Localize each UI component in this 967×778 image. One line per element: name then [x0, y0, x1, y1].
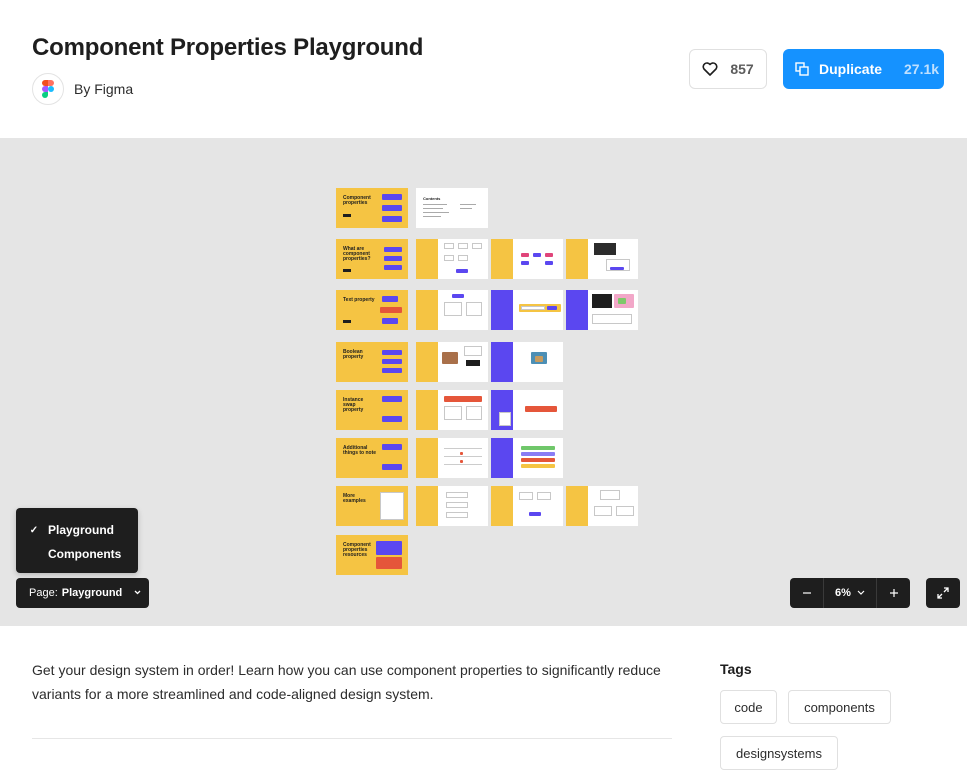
zoom-out-button[interactable] [790, 578, 823, 608]
frame-thumbnail[interactable] [416, 486, 488, 526]
tag-designsystems[interactable]: designsystems [720, 736, 838, 770]
plus-icon [889, 589, 898, 597]
page-item-playground[interactable]: ✓ Playground [16, 518, 138, 542]
minus-icon [802, 592, 811, 594]
frame-thumbnail[interactable] [491, 486, 563, 526]
zoom-level-dropdown[interactable]: 6% [823, 578, 877, 608]
frame-thumbnail[interactable]: More examples [336, 486, 408, 526]
tags-heading: Tags [720, 661, 752, 677]
avatar[interactable] [32, 73, 64, 105]
file-canvas-preview[interactable]: Component properties Contents What are c… [0, 138, 967, 626]
page-select-prefix: Page: [29, 587, 58, 599]
frame-thumbnail[interactable] [491, 290, 563, 330]
frame-thumbnail[interactable] [491, 239, 563, 279]
figma-logo-icon [42, 80, 54, 98]
author-name[interactable]: By Figma [74, 81, 133, 97]
frame-thumbnail[interactable]: Text property [336, 290, 408, 330]
frame-thumbnail[interactable]: Instance swap property [336, 390, 408, 430]
expand-icon [937, 587, 949, 599]
frame-thumbnail[interactable] [416, 438, 488, 478]
frame-title: Boolean property [343, 349, 364, 360]
duplicate-icon [795, 62, 809, 76]
chevron-down-icon [134, 590, 141, 595]
frame-thumbnail[interactable] [416, 290, 488, 330]
heart-icon [702, 62, 718, 76]
frame-thumbnail[interactable] [416, 342, 488, 382]
frame-title: Contents [423, 196, 441, 201]
frame-thumbnail[interactable] [566, 486, 638, 526]
page-menu: ✓ Playground Components [16, 508, 138, 573]
duplicate-count: 27.1k [904, 61, 940, 77]
zoom-controls: 6% [790, 578, 910, 608]
divider [32, 738, 672, 739]
chevron-down-icon [857, 590, 865, 595]
frame-thumbnail[interactable] [416, 239, 488, 279]
frame-title: Instance swap property [343, 397, 364, 413]
author-info[interactable]: By Figma [32, 73, 133, 105]
tag-components[interactable]: components [788, 690, 891, 724]
frame-thumbnail[interactable]: Component properties resources [336, 535, 408, 575]
frame-title: Component properties resources [343, 542, 371, 558]
page-select-value: Playground [61, 587, 123, 599]
frame-title: More examples [343, 493, 366, 504]
file-description: Get your design system in order! Learn h… [32, 662, 661, 702]
frame-title: What are component properties? [343, 246, 371, 262]
frame-title: Additional things to note [343, 445, 377, 456]
frame-thumbnail[interactable] [416, 390, 488, 430]
frame-thumbnail[interactable]: Additional things to note [336, 438, 408, 478]
frame-title: Text property [343, 297, 375, 303]
frame-thumbnail[interactable] [566, 290, 638, 330]
duplicate-label: Duplicate [819, 61, 883, 77]
like-button[interactable]: 857 [689, 49, 767, 89]
frame-thumbnail[interactable] [491, 390, 563, 430]
fullscreen-button[interactable] [926, 578, 960, 608]
frame-title: Component properties [343, 195, 371, 206]
zoom-level: 6% [835, 587, 851, 599]
frame-thumbnail[interactable]: What are component properties? [336, 239, 408, 279]
frame-thumbnail[interactable] [566, 239, 638, 279]
frame-thumbnail[interactable]: Contents [416, 188, 488, 228]
frame-thumbnail[interactable]: Boolean property [336, 342, 408, 382]
frame-thumbnail[interactable]: Component properties [336, 188, 408, 228]
like-count: 857 [730, 61, 754, 77]
frame-thumbnail[interactable] [491, 342, 563, 382]
zoom-in-button[interactable] [877, 578, 910, 608]
frame-thumbnail[interactable] [491, 438, 563, 478]
checkmark-icon: ✓ [29, 524, 39, 536]
duplicate-button[interactable]: Duplicate 27.1k [783, 49, 944, 89]
file-header: Component Properties Playground By Figma… [0, 0, 967, 138]
page-item-components[interactable]: Components [16, 542, 138, 566]
page-select[interactable]: Page: Playground [16, 578, 149, 608]
page-title: Component Properties Playground [32, 34, 424, 61]
tag-code[interactable]: code [720, 690, 777, 724]
